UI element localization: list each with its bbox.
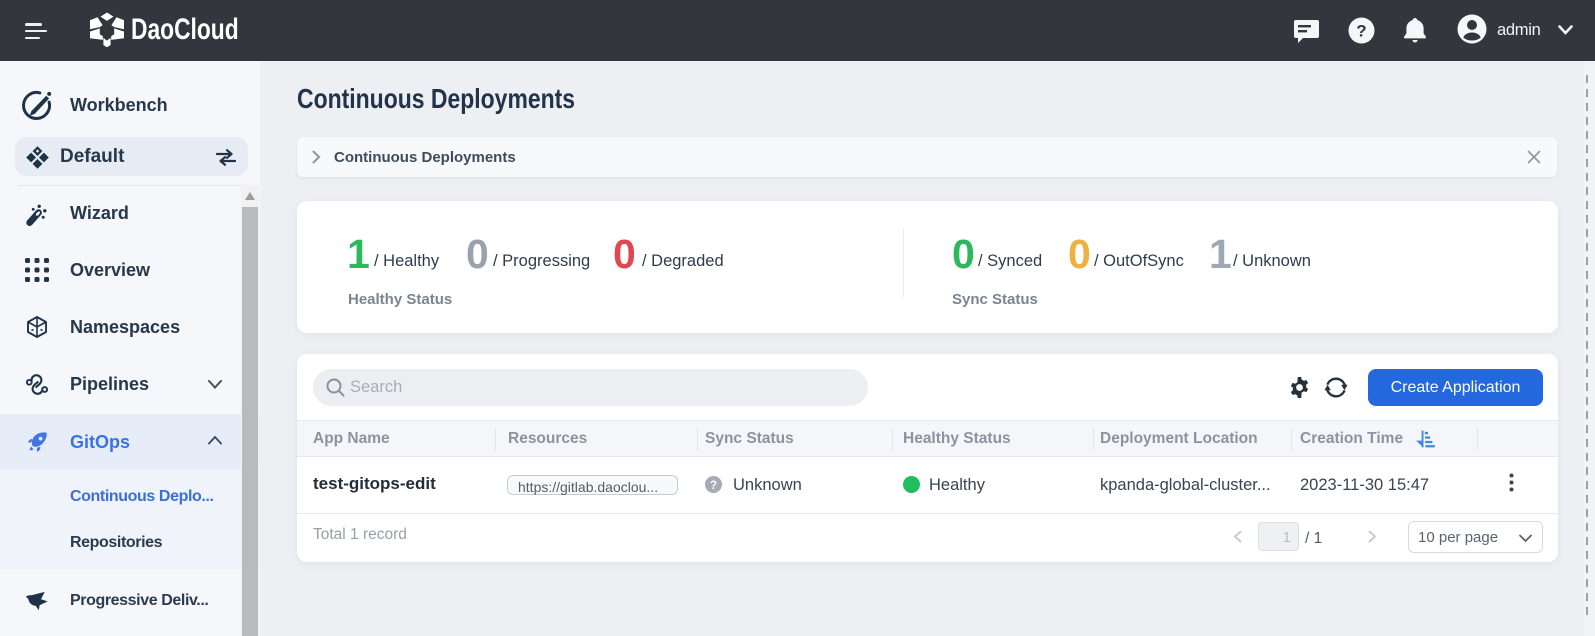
svg-text:?: ? [710, 480, 717, 492]
svg-text:?: ? [1356, 22, 1366, 41]
